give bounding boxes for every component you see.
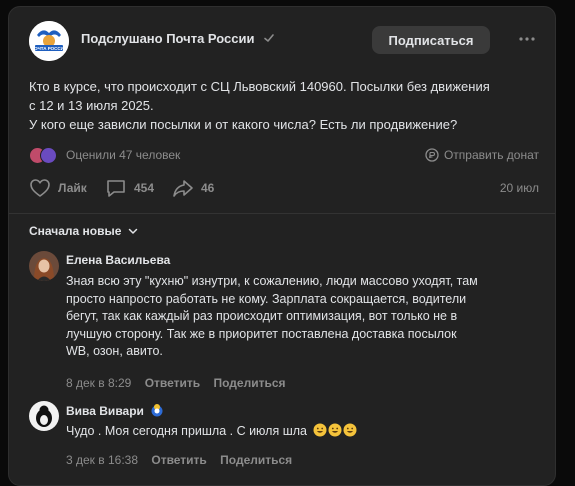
donate-icon bbox=[425, 148, 439, 162]
like-label: Лайк bbox=[58, 181, 87, 195]
shares-count: 46 bbox=[201, 181, 215, 195]
commenter-avatar[interactable] bbox=[29, 251, 59, 281]
comment-text-line: просто напросто работать не кому. Зарпла… bbox=[66, 291, 467, 306]
commenter-name-text: Вива Вивари bbox=[66, 404, 144, 418]
comment-date[interactable]: 8 дек в 8:29 bbox=[66, 376, 131, 390]
comments-sort-dropdown[interactable]: Сначала новые bbox=[29, 221, 139, 241]
reactor-avatar bbox=[40, 147, 57, 164]
avatar-badge-icon bbox=[151, 404, 163, 417]
chevron-down-icon bbox=[129, 228, 138, 234]
commenter-name[interactable]: Вива Вивари bbox=[66, 403, 164, 418]
comment-text-line: WB, озон, авито. bbox=[66, 344, 163, 358]
comments-button[interactable]: 454 bbox=[105, 177, 154, 199]
comments-count: 454 bbox=[134, 181, 155, 195]
smile-emoji-icon bbox=[343, 423, 357, 437]
share-comment-button[interactable]: Поделиться bbox=[213, 376, 285, 390]
comment-date[interactable]: 3 дек в 16:38 bbox=[66, 453, 138, 467]
commenter-avatar[interactable] bbox=[29, 401, 59, 431]
post-card: ПОЧТА РОССИИ Подслушано Почта России Под… bbox=[8, 6, 556, 486]
reply-button[interactable]: Ответить bbox=[151, 453, 206, 467]
post-text-line: Кто в курсе, что происходит с СЦ Львовск… bbox=[29, 79, 490, 94]
like-button[interactable]: Лайк bbox=[29, 177, 87, 199]
comment-text: Чудо . Моя сегодня пришла . С июля шла bbox=[66, 423, 546, 441]
verified-icon bbox=[264, 34, 274, 42]
share-button[interactable]: 46 bbox=[172, 177, 214, 199]
post-text-line: с 12 и 13 июля 2025. bbox=[29, 98, 154, 113]
comment-text-line: лучшую сторону. Так же в приоритет поста… bbox=[66, 326, 457, 341]
post-text-line: У кого еще зависли посылки и от какого ч… bbox=[29, 117, 458, 132]
share-icon bbox=[173, 180, 193, 197]
more-icon[interactable] bbox=[517, 31, 537, 47]
sort-label: Сначала новые bbox=[29, 224, 122, 238]
donate-label: Отправить донат bbox=[443, 148, 539, 162]
smile-emoji-icon bbox=[328, 423, 342, 437]
comment-meta: 8 дек в 8:29 Ответить Поделиться bbox=[66, 376, 286, 390]
reply-button[interactable]: Ответить bbox=[145, 376, 200, 390]
community-name[interactable]: Подслушано Почта России bbox=[81, 31, 255, 46]
subscribe-button[interactable]: Подписаться bbox=[372, 26, 490, 54]
reactions-summary[interactable]: Оценили 47 человек Отправить донат bbox=[29, 145, 539, 165]
post-text: Кто в курсе, что происходит с СЦ Львовск… bbox=[29, 77, 539, 134]
comment-icon bbox=[107, 180, 125, 197]
comment-item: Вива Вивари Чудо . Моя сегодня пришла . … bbox=[29, 401, 539, 471]
heart-icon bbox=[30, 179, 50, 197]
post-actions: Лайк 454 46 20 июл bbox=[29, 177, 539, 199]
comment-item: Елена Васильева Зная всю эту "кухню" изн… bbox=[29, 251, 539, 391]
comment-text-line: Зная всю эту "кухню" изнутри, к сожалени… bbox=[66, 274, 478, 288]
commenter-name[interactable]: Елена Васильева bbox=[66, 253, 170, 267]
share-comment-button[interactable]: Поделиться bbox=[220, 453, 292, 467]
comment-text: Зная всю эту "кухню" изнутри, к сожалени… bbox=[66, 273, 546, 361]
donate-button[interactable]: Отправить донат bbox=[425, 147, 539, 163]
comment-text-line: бегут, так как каждый раз происходит опт… bbox=[66, 309, 458, 323]
avatar-logo-text: ПОЧТА РОССИИ bbox=[31, 46, 67, 51]
post-header: ПОЧТА РОССИИ Подслушано Почта России Под… bbox=[29, 21, 535, 65]
reactor-avatars bbox=[29, 147, 61, 164]
comment-meta: 3 дек в 16:38 Ответить Поделиться bbox=[66, 453, 292, 467]
post-date[interactable]: 20 июл bbox=[500, 181, 539, 195]
divider bbox=[9, 213, 555, 214]
community-avatar[interactable]: ПОЧТА РОССИИ bbox=[29, 21, 69, 61]
reactions-count-text: Оценили 47 человек bbox=[66, 148, 181, 162]
comment-text-line: Чудо . Моя сегодня пришла . С июля шла bbox=[66, 423, 546, 441]
comment-text-content: Чудо . Моя сегодня пришла . С июля шла bbox=[66, 424, 307, 438]
smile-emoji-icon bbox=[313, 423, 327, 437]
